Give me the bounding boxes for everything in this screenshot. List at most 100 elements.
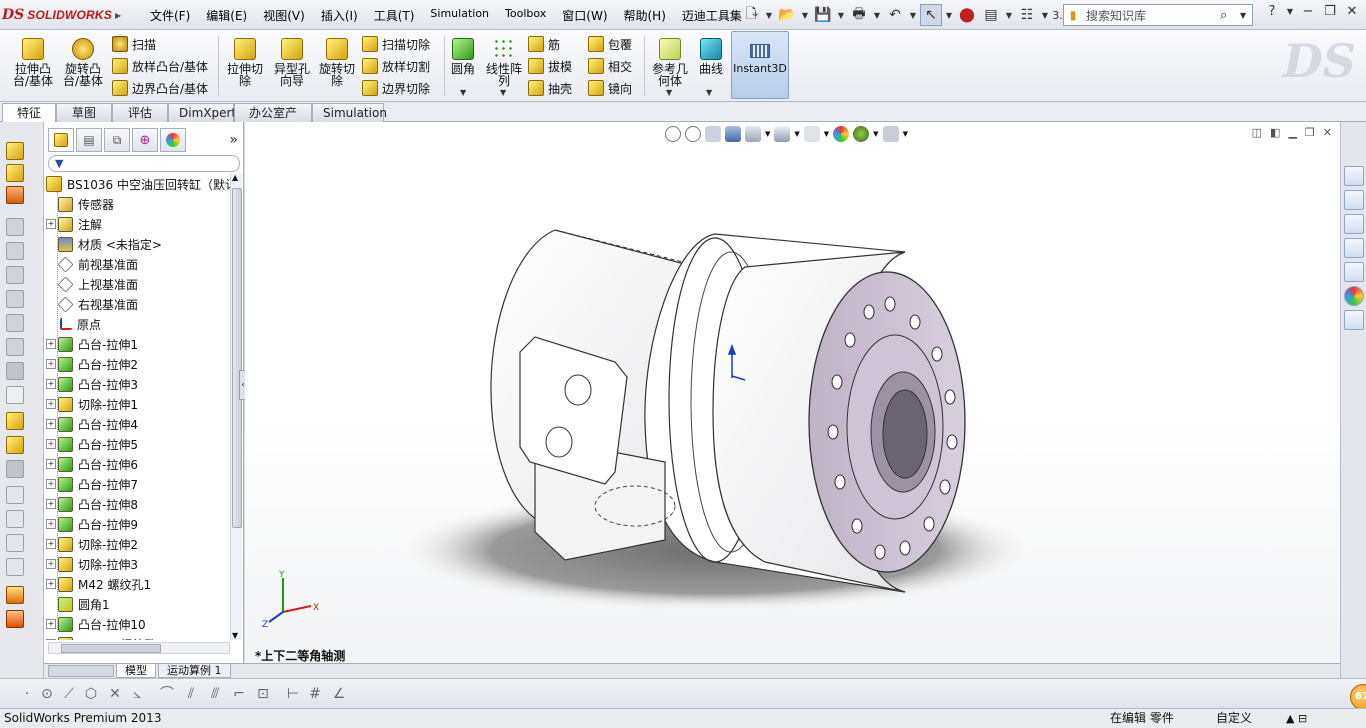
grid-icon[interactable]: # — [306, 685, 324, 703]
centerline-icon[interactable]: ⦣ — [128, 685, 146, 703]
coil-icon[interactable] — [6, 314, 24, 332]
point-icon[interactable]: · — [18, 685, 36, 703]
print-dropdown-icon[interactable]: ▼ — [872, 4, 882, 26]
line-icon[interactable]: ⟋ — [60, 685, 78, 703]
replace-face-icon[interactable] — [6, 558, 24, 576]
mirror-entities-icon[interactable]: ⫻ — [206, 685, 224, 703]
draft-button[interactable]: 拔模 — [528, 56, 572, 76]
offset-face-icon[interactable] — [6, 510, 24, 528]
boundary-cut-button[interactable]: 边界切除 — [362, 78, 430, 98]
scroll-down-icon[interactable]: ▼ — [232, 631, 238, 640]
expand-toggle-icon[interactable]: + — [46, 379, 56, 389]
tab-dimxpert[interactable]: DimXpert — [168, 103, 236, 122]
expand-toggle-icon[interactable]: + — [46, 479, 56, 489]
mirror-button[interactable]: 镜向 — [588, 78, 632, 98]
knowledge-base-search[interactable]: ▮ 搜索知识库 ⌕ ▼ — [1063, 4, 1253, 26]
search-dropdown-icon[interactable]: ▼ — [1240, 11, 1252, 20]
arrow-icon[interactable] — [6, 338, 24, 356]
trim-icon[interactable]: ✕ — [106, 685, 124, 703]
tree-item[interactable]: 前视基准面 — [46, 254, 230, 274]
tree-item[interactable]: + 凸台-拉伸8 — [46, 494, 230, 514]
appearances-icon[interactable] — [1344, 286, 1364, 306]
tree-item[interactable]: 原点 — [46, 314, 230, 334]
select-dropdown-icon[interactable]: ▼ — [944, 4, 954, 26]
gear-icon[interactable] — [6, 386, 24, 404]
property-manager-tab[interactable]: ▤ — [76, 128, 102, 152]
display-manager-tab[interactable] — [160, 128, 186, 152]
properties-dropdown-icon[interactable]: ▼ — [1004, 4, 1014, 26]
center-rectangle-icon[interactable]: ⊡ — [254, 685, 272, 703]
chamfer-icon[interactable] — [6, 266, 24, 284]
curves-button[interactable]: 曲线 — [696, 38, 726, 75]
boundary-boss-button[interactable]: 边界凸台/基体 — [112, 78, 208, 98]
expand-toggle-icon[interactable]: + — [46, 579, 56, 589]
expand-toggle-icon[interactable]: + — [46, 399, 56, 409]
file-properties-icon[interactable]: ▤ — [980, 4, 1002, 26]
tree-item[interactable]: + M42 螺纹孔1 — [46, 574, 230, 594]
move-face-icon[interactable] — [6, 486, 24, 504]
undo-icon[interactable]: ↶ — [884, 4, 906, 26]
menu-toolbox[interactable]: Toolbox — [497, 7, 554, 24]
sweep-cut-button[interactable]: 扫描切除 — [362, 34, 430, 54]
sweep-button[interactable]: 扫描 — [112, 34, 156, 54]
revolve-cut-button[interactable]: 旋转切 除 — [316, 38, 358, 87]
spring-icon[interactable] — [6, 290, 24, 308]
tree-item[interactable]: 材质 <未指定> — [46, 234, 230, 254]
tab-sketch[interactable]: 草图 — [56, 103, 112, 122]
view-palette-icon[interactable] — [1344, 262, 1364, 282]
tab-navigation-arrows[interactable] — [48, 665, 114, 677]
restore-button[interactable]: ❐ — [1322, 4, 1338, 19]
knurl-icon[interactable] — [6, 362, 24, 380]
save-icon[interactable]: 💾 — [812, 4, 834, 26]
select-pointer-icon[interactable]: ↖ — [920, 4, 942, 26]
menu-help[interactable]: 帮助(H) — [616, 7, 674, 24]
tree-item[interactable]: + 凸台-拉伸2 — [46, 354, 230, 374]
wrap-button[interactable]: 包覆 — [588, 34, 632, 54]
extrude-cut-button[interactable]: 拉伸切 除 — [224, 38, 266, 87]
search-icon[interactable]: ⌕ — [1220, 8, 1240, 23]
angle-icon[interactable]: ∠ — [330, 685, 348, 703]
expand-toggle-icon[interactable]: + — [46, 439, 56, 449]
tab-model[interactable]: 模型 — [116, 664, 156, 678]
smart-dimension-icon[interactable]: ⊢ — [284, 685, 302, 703]
tree-item[interactable]: 圆角1 — [46, 594, 230, 614]
instant3d-button[interactable]: Instant3D — [731, 31, 789, 99]
sketch-icon[interactable] — [6, 142, 24, 160]
file-explorer-icon[interactable] — [1344, 238, 1364, 258]
revolve-boss-button[interactable]: 旋转凸 台/基体 — [60, 38, 106, 87]
logo-dropdown-icon[interactable]: ▶ — [115, 11, 121, 20]
revolve-icon[interactable] — [6, 218, 24, 236]
more-tabs-icon[interactable]: » — [229, 128, 238, 154]
new-document-icon[interactable]: 🗋 — [740, 4, 762, 26]
solidworks-resources-icon[interactable] — [1344, 166, 1364, 186]
expand-toggle-icon[interactable]: + — [46, 219, 56, 229]
tab-evaluate[interactable]: 评估 — [112, 103, 168, 122]
tree-item[interactable]: + 凸台-拉伸5 — [46, 434, 230, 454]
status-units-dropdown-icon[interactable]: ▲ ⊟ — [1286, 709, 1307, 728]
intersect-button[interactable]: 相交 — [588, 56, 632, 76]
open-folder-icon[interactable]: 📂 — [776, 4, 798, 26]
rebuild-traffic-light-icon[interactable]: ⬤ — [956, 4, 978, 26]
scroll-up-icon[interactable]: ▲ — [232, 173, 238, 182]
close-button[interactable]: ✕ — [1344, 4, 1360, 19]
expand-toggle-icon[interactable]: + — [46, 639, 56, 640]
undo-dropdown-icon[interactable]: ▼ — [908, 4, 918, 26]
expand-toggle-icon[interactable]: + — [46, 419, 56, 429]
tab-motion-study-1[interactable]: 运动算例 1 — [158, 664, 231, 678]
help-dropdown-icon[interactable]: ▼ — [1286, 7, 1294, 16]
base-flange-icon[interactable] — [6, 436, 24, 454]
tab-office-products[interactable]: 办公室产品 — [234, 103, 312, 138]
appearance-icon[interactable] — [6, 610, 24, 628]
loft-boss-button[interactable]: 放样凸台/基体 — [112, 56, 208, 76]
loft-icon[interactable] — [6, 186, 24, 204]
menu-tools[interactable]: 工具(T) — [366, 7, 423, 24]
curves-dropdown-icon[interactable]: ▼ — [706, 88, 712, 97]
menu-window[interactable]: 窗口(W) — [554, 7, 615, 24]
extrude-boss-button[interactable]: 拉伸凸 台/基体 — [10, 38, 56, 87]
tree-item[interactable]: + 凸台-拉伸6 — [46, 454, 230, 474]
tree-item[interactable]: + 注解 — [46, 214, 230, 234]
feature-manager-tab[interactable] — [48, 128, 74, 152]
tree-filter[interactable]: ▼ — [48, 155, 240, 172]
reference-geometry-button[interactable]: 参考几 何体 — [650, 38, 690, 87]
status-units[interactable]: 自定义 — [1216, 709, 1252, 728]
